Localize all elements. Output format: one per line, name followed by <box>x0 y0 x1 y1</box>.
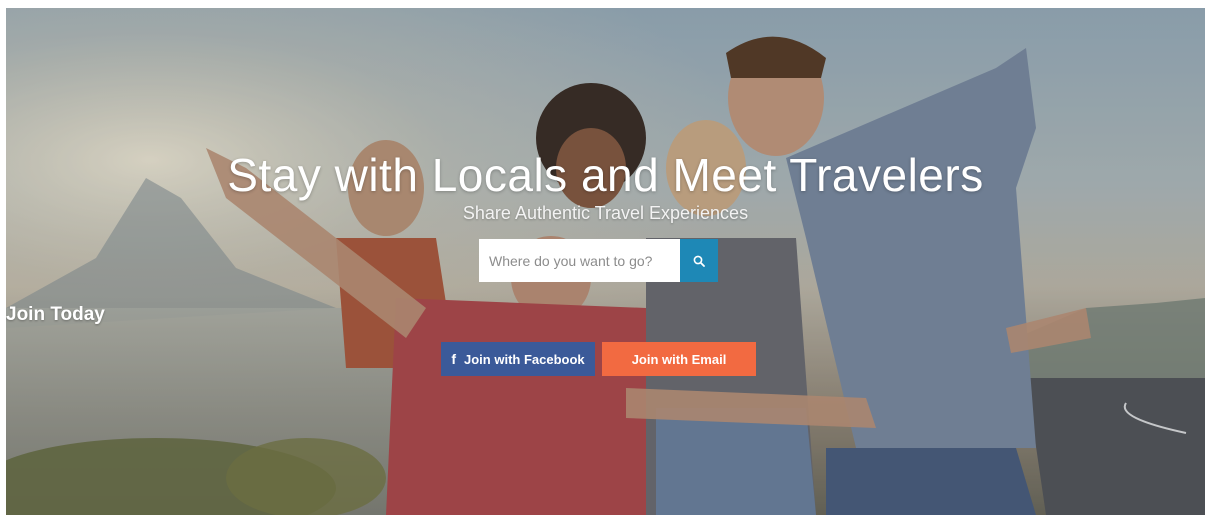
hero-subheadline: Share Authentic Travel Experiences <box>462 203 749 223</box>
hero-section: Stay with Locals and Meet Travelers Shar… <box>6 8 1205 515</box>
top-strip <box>0 0 1205 8</box>
search-icon <box>693 255 705 267</box>
destination-search-input[interactable] <box>479 239 680 282</box>
search-button[interactable] <box>680 239 718 282</box>
search-bar <box>479 239 718 282</box>
join-with-email-button[interactable]: Join with Email <box>602 342 756 376</box>
join-with-facebook-button[interactable]: f Join with Facebook <box>441 342 595 376</box>
join-with-facebook-label: Join with Facebook <box>464 351 585 367</box>
hero-headline: Stay with Locals and Meet Travelers <box>227 149 984 201</box>
facebook-icon: f <box>451 351 457 367</box>
join-today-heading: Join Today <box>6 304 105 325</box>
join-with-email-label: Join with Email <box>631 351 727 367</box>
